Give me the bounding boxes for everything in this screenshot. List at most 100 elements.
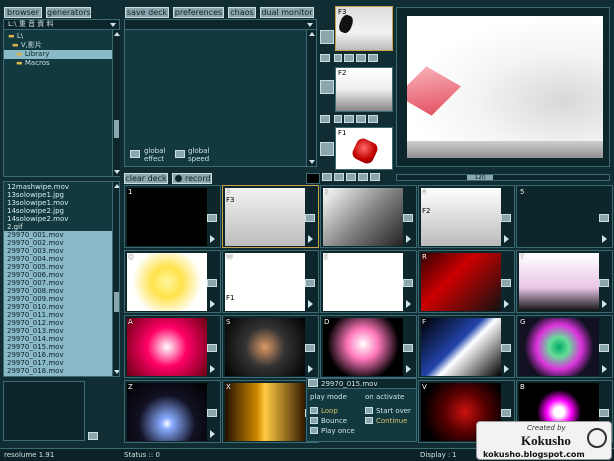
layer-blend-icon[interactable] bbox=[320, 54, 330, 62]
file-list-item[interactable]: 14solowipe2.jpg bbox=[4, 207, 119, 215]
layer-fx-icon[interactable] bbox=[334, 54, 342, 62]
layer-f3-preview[interactable]: F3 bbox=[335, 6, 393, 51]
clip-settings-icon[interactable] bbox=[207, 214, 217, 222]
path-dropdown[interactable]: L:\ 重 音 資 料 bbox=[4, 20, 119, 30]
layer-a-icon[interactable] bbox=[344, 54, 354, 62]
play-arrow-icon[interactable] bbox=[406, 300, 411, 308]
clip-slot[interactable]: E bbox=[320, 250, 417, 313]
crossfader-thumb[interactable]: 120 bbox=[467, 175, 493, 181]
file-list-item[interactable]: 29970_011.mov bbox=[4, 311, 119, 319]
save-deck-button[interactable]: save deck bbox=[125, 7, 169, 18]
file-list-item[interactable]: 29970_016.mov bbox=[4, 351, 119, 359]
effects-scrollbar[interactable] bbox=[306, 30, 316, 166]
file-list-item[interactable]: 29970_019.mov bbox=[4, 375, 119, 376]
tree-scrollbar[interactable] bbox=[112, 30, 120, 176]
clip-slot[interactable]: S bbox=[222, 315, 319, 378]
clip-slot[interactable]: F bbox=[418, 315, 515, 378]
file-list-item[interactable]: 29970_008.mov bbox=[4, 287, 119, 295]
color-swatch[interactable] bbox=[306, 173, 320, 184]
clip-settings-icon[interactable] bbox=[501, 409, 511, 417]
play-arrow-icon[interactable] bbox=[406, 235, 411, 243]
layer-a-icon[interactable] bbox=[344, 115, 354, 123]
clip-settings-icon[interactable] bbox=[207, 279, 217, 287]
clip-settings-icon[interactable] bbox=[207, 344, 217, 352]
play-arrow-icon[interactable] bbox=[602, 300, 607, 308]
layer-blend-icon[interactable] bbox=[320, 115, 330, 123]
play-mode-bounce[interactable]: Bounce bbox=[309, 416, 361, 426]
clip-slot[interactable]: R bbox=[418, 250, 515, 313]
scroll-thumb[interactable] bbox=[114, 120, 119, 138]
clip-slot[interactable]: T bbox=[516, 250, 613, 313]
clip-slot[interactable]: Q bbox=[124, 250, 221, 313]
file-list-item[interactable]: 29970_015.mov bbox=[4, 343, 119, 351]
clip-slot[interactable]: 3 bbox=[320, 185, 417, 248]
clip-slot[interactable]: 2 bbox=[222, 185, 319, 248]
play-arrow-icon[interactable] bbox=[308, 365, 313, 373]
fx-icon[interactable] bbox=[334, 173, 344, 181]
clip-settings-icon[interactable] bbox=[403, 279, 413, 287]
file-list-item[interactable]: 29970_010.mov bbox=[4, 303, 119, 311]
play-arrow-icon[interactable] bbox=[602, 235, 607, 243]
clip-icon[interactable] bbox=[308, 379, 318, 387]
play-arrow-icon[interactable] bbox=[602, 365, 607, 373]
crossfader-track[interactable]: 120 bbox=[396, 174, 610, 181]
file-list-item[interactable]: 29970_001.mov bbox=[4, 231, 119, 239]
layer-f1-toggle[interactable] bbox=[320, 142, 334, 156]
blend-icon[interactable] bbox=[322, 173, 332, 181]
file-list-item[interactable]: 14solowipe2.mov bbox=[4, 215, 119, 223]
scroll-thumb[interactable] bbox=[114, 292, 119, 312]
play-arrow-icon[interactable] bbox=[504, 235, 509, 243]
a-icon[interactable] bbox=[346, 173, 356, 181]
play-arrow-icon[interactable] bbox=[504, 365, 509, 373]
layer-lock-icon[interactable] bbox=[356, 54, 366, 62]
file-list-item[interactable]: 13solowipe1.mov bbox=[4, 199, 119, 207]
file-list-item[interactable]: 29970_002.mov bbox=[4, 239, 119, 247]
layer-t-icon[interactable] bbox=[368, 115, 378, 123]
clip-settings-icon[interactable] bbox=[599, 344, 609, 352]
file-list-item[interactable]: 29970_012.mov bbox=[4, 319, 119, 327]
tree-item[interactable]: ▬ V,影片 bbox=[4, 41, 119, 50]
effect-icon[interactable] bbox=[130, 150, 140, 158]
chaos-button[interactable]: chaos bbox=[228, 7, 256, 18]
clip-slot[interactable]: 5 bbox=[516, 185, 613, 248]
clip-slot[interactable]: W bbox=[222, 250, 319, 313]
tree-item[interactable]: ▬ Macros bbox=[4, 59, 119, 68]
activate-continue[interactable]: Continue bbox=[364, 416, 416, 426]
tree-item[interactable]: ▬ L\ bbox=[4, 32, 119, 41]
file-list-item[interactable]: 29970_017.mov bbox=[4, 359, 119, 367]
clip-settings-icon[interactable] bbox=[305, 279, 315, 287]
clip-settings-icon[interactable] bbox=[501, 214, 511, 222]
browser-button[interactable]: browser bbox=[4, 7, 42, 18]
effects-dropdown[interactable] bbox=[125, 20, 316, 30]
file-list-item[interactable]: 2.gif bbox=[4, 223, 119, 231]
clip-slot[interactable]: Z bbox=[124, 380, 221, 443]
dual-monitor-button[interactable]: dual monitor bbox=[260, 7, 314, 18]
clip-settings-icon[interactable] bbox=[403, 344, 413, 352]
clip-settings-icon[interactable] bbox=[599, 279, 609, 287]
clip-slot[interactable]: A bbox=[124, 315, 221, 378]
file-scrollbar[interactable] bbox=[112, 182, 119, 376]
file-list-item[interactable]: 29970_013.mov bbox=[4, 327, 119, 335]
clip-settings-icon[interactable] bbox=[305, 344, 315, 352]
play-arrow-icon[interactable] bbox=[308, 300, 313, 308]
file-list-item[interactable]: 12mashwipe.mov bbox=[4, 183, 119, 191]
clip-settings-icon[interactable] bbox=[599, 214, 609, 222]
play-arrow-icon[interactable] bbox=[406, 365, 411, 373]
play-arrow-icon[interactable] bbox=[210, 235, 215, 243]
file-list-item[interactable]: 29970_014.mov bbox=[4, 335, 119, 343]
play-arrow-icon[interactable] bbox=[210, 430, 215, 438]
speed-icon[interactable] bbox=[175, 150, 185, 158]
file-list-item[interactable]: 29970_004.mov bbox=[4, 255, 119, 263]
play-arrow-icon[interactable] bbox=[504, 300, 509, 308]
clip-slot[interactable]: G bbox=[516, 315, 613, 378]
clip-settings-icon[interactable] bbox=[501, 279, 511, 287]
play-mode-once[interactable]: Play once bbox=[309, 426, 361, 436]
file-list-item[interactable]: 29970_018.mov bbox=[4, 367, 119, 375]
clear-deck-button[interactable]: clear deck bbox=[124, 173, 168, 184]
file-list-item[interactable]: 29970_006.mov bbox=[4, 271, 119, 279]
layer-f2-preview[interactable]: F2 bbox=[335, 67, 393, 112]
file-list-item[interactable]: 29970_005.mov bbox=[4, 263, 119, 271]
activate-start-over[interactable]: Start over bbox=[364, 406, 416, 416]
play-arrow-icon[interactable] bbox=[308, 235, 313, 243]
layer-f1-preview[interactable]: F1 bbox=[335, 127, 393, 170]
